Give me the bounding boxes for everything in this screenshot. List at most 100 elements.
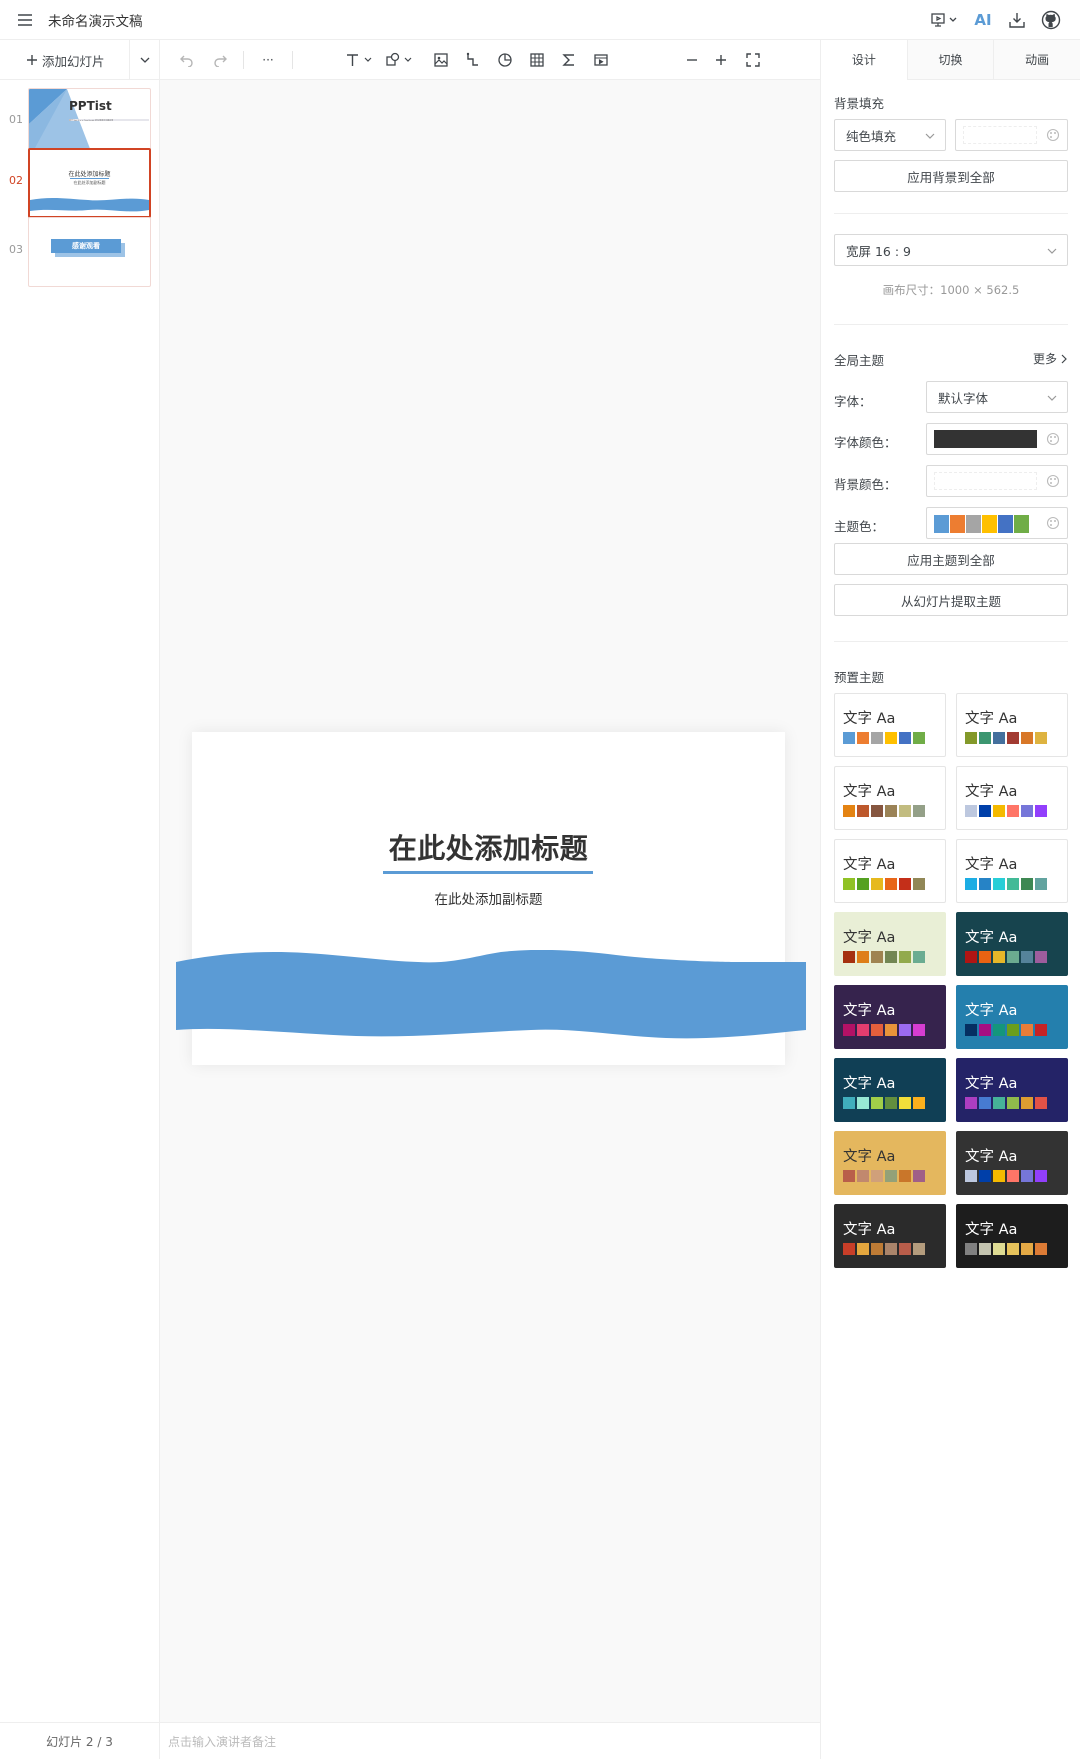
slide-wave-shape[interactable]: [176, 950, 806, 1050]
add-slide-dropdown[interactable]: [129, 40, 159, 80]
preset-theme-card[interactable]: 文字 Aa: [956, 693, 1068, 757]
preset-theme-sample-text: 文字 Aa: [843, 1149, 896, 1165]
slide-thumbnail-2[interactable]: 在此处添加标题 在此处添加副标题: [28, 148, 151, 218]
preset-theme-card[interactable]: 文字 Aa: [834, 766, 946, 830]
preset-theme-color-swatch: [899, 1170, 911, 1182]
tab-design[interactable]: 设计: [821, 40, 907, 80]
preset-theme-color-swatch: [965, 805, 977, 817]
presentation-play-icon[interactable]: [922, 3, 966, 37]
preset-theme-sample-text: 文字 Aa: [965, 857, 1018, 873]
theme-color-swatch: [934, 515, 949, 533]
preset-theme-color-swatch: [857, 1097, 869, 1109]
preset-theme-color-swatch: [885, 1243, 897, 1255]
preset-theme-colors: [965, 951, 1047, 963]
preset-theme-color-swatch: [979, 1170, 991, 1182]
preset-theme-color-swatch: [1007, 878, 1019, 890]
preset-theme-card[interactable]: 文字 Aa: [956, 1204, 1068, 1268]
chevron-down-icon: [1047, 395, 1057, 401]
preset-theme-card[interactable]: 文字 Aa: [956, 985, 1068, 1049]
more-tools-button[interactable]: ···: [257, 48, 279, 72]
font-label: 字体：: [834, 394, 872, 409]
aspect-ratio-select[interactable]: 宽屏 16 : 9: [834, 234, 1068, 266]
hamburger-menu-icon[interactable]: [15, 10, 35, 30]
github-icon[interactable]: [1034, 3, 1068, 37]
preset-theme-card[interactable]: 文字 Aa: [834, 985, 946, 1049]
theme-bg-color-picker[interactable]: [926, 465, 1068, 497]
preset-theme-colors: [843, 805, 925, 817]
design-panel: 背景填充 纯色填充 应用背景到全部 宽屏 16 : 9 画布尺寸：1000 × …: [820, 80, 1080, 1759]
preset-theme-color-swatch: [1035, 1024, 1047, 1036]
preset-theme-card[interactable]: 文字 Aa: [834, 912, 946, 976]
editor-canvas[interactable]: 在此处添加标题 在此处添加副标题: [160, 80, 820, 1722]
preset-theme-card[interactable]: 文字 Aa: [834, 1204, 946, 1268]
preset-theme-card[interactable]: 文字 Aa: [834, 1058, 946, 1122]
preset-theme-color-swatch: [913, 1243, 925, 1255]
font-color-picker[interactable]: [926, 423, 1068, 455]
chart-icon[interactable]: [495, 48, 515, 72]
preset-theme-card[interactable]: 文字 Aa: [956, 1131, 1068, 1195]
preset-theme-color-swatch: [993, 805, 1005, 817]
bg-color-picker[interactable]: [955, 119, 1068, 151]
preset-theme-sample-text: 文字 Aa: [843, 711, 896, 727]
preset-theme-sample-text: 文字 Aa: [965, 1149, 1018, 1165]
preset-theme-card[interactable]: 文字 Aa: [834, 693, 946, 757]
preset-theme-color-swatch: [1021, 805, 1033, 817]
theme-color-swatch: [982, 515, 997, 533]
theme-colors-picker[interactable]: [926, 507, 1068, 539]
preset-theme-color-swatch: [1035, 1243, 1047, 1255]
formula-icon[interactable]: [559, 48, 579, 72]
line-icon[interactable]: [463, 48, 483, 72]
bg-fill-type-select[interactable]: 纯色填充: [834, 119, 946, 151]
ai-button[interactable]: AI: [966, 3, 1000, 37]
text-box-tool[interactable]: [343, 48, 377, 72]
preset-theme-color-swatch: [1007, 732, 1019, 744]
speaker-notes-input[interactable]: 点击输入演讲者备注: [160, 1722, 820, 1759]
insert-tools: ···: [160, 40, 820, 80]
preset-theme-colors: [965, 878, 1047, 890]
preset-theme-card[interactable]: 文字 Aa: [956, 912, 1068, 976]
more-themes-link[interactable]: 更多: [1033, 350, 1067, 367]
document-title[interactable]: 未命名演示文稿: [48, 10, 143, 30]
extract-theme-button[interactable]: 从幻灯片提取主题: [834, 584, 1068, 616]
tab-transition[interactable]: 切换: [906, 40, 994, 80]
preset-theme-color-swatch: [965, 1170, 977, 1182]
preset-theme-color-swatch: [1021, 1170, 1033, 1182]
preset-theme-card[interactable]: 文字 Aa: [956, 766, 1068, 830]
preset-theme-card[interactable]: 文字 Aa: [956, 1058, 1068, 1122]
preset-theme-color-swatch: [913, 1097, 925, 1109]
theme-color-swatch: [950, 515, 965, 533]
redo-icon[interactable]: [210, 48, 230, 72]
theme-colors-swatches: [934, 515, 1029, 533]
title-underline[interactable]: [383, 871, 593, 874]
download-icon[interactable]: [1000, 3, 1034, 37]
undo-icon[interactable]: [177, 48, 197, 72]
slide-thumbnail-3[interactable]: 感谢观看: [28, 217, 151, 287]
preset-theme-card[interactable]: 文字 Aa: [834, 1131, 946, 1195]
slide-subtitle[interactable]: 在此处添加副标题: [192, 888, 785, 908]
media-icon[interactable]: [591, 48, 611, 72]
preset-theme-sample-text: 文字 Aa: [843, 1076, 896, 1092]
thumbnail-number: 02: [9, 174, 23, 187]
preset-theme-color-swatch: [913, 732, 925, 744]
fit-screen-icon[interactable]: [743, 48, 763, 72]
table-icon[interactable]: [527, 48, 547, 72]
preset-theme-color-swatch: [1035, 878, 1047, 890]
add-slide-button[interactable]: 添加幻灯片: [0, 40, 129, 80]
preset-theme-color-swatch: [843, 1243, 855, 1255]
preset-theme-colors: [965, 732, 1047, 744]
preset-theme-colors: [965, 1170, 1047, 1182]
tab-animation[interactable]: 动画: [993, 40, 1080, 80]
section-divider: [834, 213, 1068, 214]
slide-title[interactable]: 在此处添加标题: [192, 827, 785, 867]
zoom-out-icon[interactable]: [682, 48, 702, 72]
preset-theme-card[interactable]: 文字 Aa: [834, 839, 946, 903]
preset-theme-card[interactable]: 文字 Aa: [956, 839, 1068, 903]
shape-tool[interactable]: [383, 48, 417, 72]
font-select[interactable]: 默认字体: [926, 381, 1068, 413]
zoom-in-icon[interactable]: [711, 48, 731, 72]
apply-bg-all-button[interactable]: 应用背景到全部: [834, 160, 1068, 192]
preset-theme-sample-text: 文字 Aa: [965, 711, 1018, 727]
apply-theme-all-button[interactable]: 应用主题到全部: [834, 543, 1068, 575]
image-icon[interactable]: [431, 48, 451, 72]
preset-theme-color-swatch: [857, 951, 869, 963]
